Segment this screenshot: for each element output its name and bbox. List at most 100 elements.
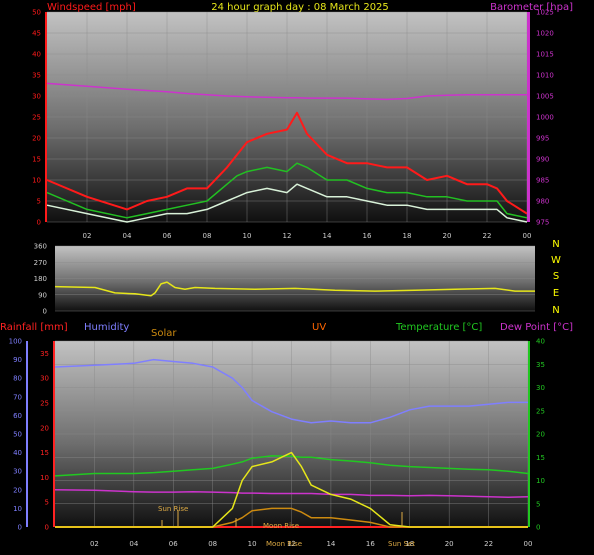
wind-x-tick-label: 12: [283, 232, 292, 240]
baro-tick-label: 1005: [536, 93, 554, 101]
weather-x-tick-label: 20: [445, 540, 454, 548]
temp-tick-label: 20: [536, 431, 545, 439]
baro-tick-label: 1015: [536, 51, 554, 59]
baro-tick-label: 1020: [536, 30, 554, 38]
wind-x-tick-label: 16: [363, 232, 372, 240]
baro-tick-label: 985: [536, 177, 549, 185]
weather-x-tick-label: 08: [208, 540, 217, 548]
humidity-tick-label: 90: [13, 356, 22, 364]
baro-tick-label: 1010: [536, 72, 554, 80]
direction-tick-label: 360: [34, 243, 47, 251]
weather-x-tick-label: 00: [524, 540, 533, 548]
direction-tick-label: 180: [34, 275, 47, 283]
humidity-tick-label: 80: [13, 375, 22, 383]
chart-title: 24 hour graph day : 08 March 2025: [211, 2, 389, 13]
dir-letter-e: E: [553, 288, 559, 299]
wind-x-tick-label: 02: [83, 232, 92, 240]
temp-tick-label: 35: [536, 361, 545, 369]
wind-tick-label: 20: [32, 135, 41, 143]
wind-x-tick-label: 18: [403, 232, 412, 240]
wind-tick-label: 50: [32, 9, 41, 17]
rainfall-label: Rainfall [mm]: [0, 322, 68, 333]
wind-tick-label: 0: [37, 219, 41, 227]
baro-axis-label: Barometer [hpa]: [490, 2, 573, 13]
wind-tick-label: 15: [32, 156, 41, 164]
sun-set-label: Sun Set: [388, 540, 415, 548]
rain-tick-label: 10: [40, 474, 49, 482]
baro-tick-label: 975: [536, 219, 549, 227]
wind-axis-bar: [45, 12, 47, 222]
baro-tick-label: 1000: [536, 114, 554, 122]
weather-x-tick-label: 04: [129, 540, 138, 548]
rain-tick-label: 0: [45, 524, 49, 532]
humidity-tick-label: 50: [13, 431, 22, 439]
weather-x-tick-label: 10: [248, 540, 257, 548]
wind-x-tick-label: 08: [203, 232, 212, 240]
humidity-axis-bar: [26, 341, 28, 527]
temp-tick-label: 15: [536, 454, 545, 462]
humidity-label: Humidity: [84, 322, 129, 333]
wind-tick-label: 10: [32, 177, 41, 185]
weather-x-tick-label: 16: [366, 540, 375, 548]
wind-tick-label: 25: [32, 114, 41, 122]
wind-tick-label: 45: [32, 30, 41, 38]
temp-tick-label: 40: [536, 338, 545, 346]
baro-tick-label: 980: [536, 198, 549, 206]
weather-x-tick-label: 02: [90, 540, 99, 548]
direction-tick-label: 270: [34, 259, 47, 267]
direction-tick-label: 90: [38, 291, 47, 299]
wind-x-tick-label: 14: [323, 232, 332, 240]
temp-axis-bar: [528, 341, 530, 527]
wind-x-tick-label: 00: [523, 232, 532, 240]
wind-tick-label: 35: [32, 72, 41, 80]
humidity-tick-label: 0: [18, 524, 22, 532]
humidity-tick-label: 60: [13, 412, 22, 420]
wind-x-tick-label: 22: [483, 232, 492, 240]
wind-axis-label: Windspeed [mph]: [47, 2, 136, 13]
wind-tick-label: 40: [32, 51, 41, 59]
moon-rise-label: Moon Rise: [263, 522, 299, 530]
dir-letter-w: W: [551, 255, 561, 266]
weather-x-tick-label: 14: [326, 540, 335, 548]
weather-x-tick-label: 22: [484, 540, 493, 548]
temp-tick-label: 0: [536, 524, 540, 532]
baro-tick-label: 990: [536, 156, 549, 164]
wind-x-tick-label: 10: [243, 232, 252, 240]
humidity-tick-label: 40: [13, 449, 22, 457]
temp-tick-label: 25: [536, 407, 545, 415]
wind-tick-label: 30: [32, 93, 41, 101]
rain-tick-label: 30: [40, 375, 49, 383]
direction-tick-label: 0: [43, 308, 47, 316]
wind-x-tick-label: 20: [443, 232, 452, 240]
dir-letter-n-top: N: [552, 239, 559, 250]
dir-letter-s: S: [553, 271, 559, 282]
uv-label: UV: [312, 322, 326, 333]
rain-axis-bar: [53, 341, 55, 527]
moon-rise-axis-label: Moon Rise: [266, 540, 302, 548]
dir-letter-n-bottom: N: [552, 305, 559, 316]
humidity-tick-label: 20: [13, 486, 22, 494]
humidity-tick-label: 100: [9, 338, 22, 346]
wind-x-tick-label: 04: [123, 232, 132, 240]
wind-x-tick-label: 06: [163, 232, 172, 240]
baro-tick-label: 995: [536, 135, 549, 143]
rain-tick-label: 25: [40, 400, 49, 408]
temp-tick-label: 10: [536, 477, 545, 485]
dewpoint-label: Dew Point [°C]: [500, 322, 573, 333]
rain-tick-label: 20: [40, 424, 49, 432]
baro-tick-label: 1025: [536, 9, 554, 17]
humidity-tick-label: 10: [13, 505, 22, 513]
rain-tick-label: 15: [40, 449, 49, 457]
sun-rise-label: Sun Rise: [158, 505, 188, 513]
rain-tick-label: 5: [45, 499, 49, 507]
temp-tick-label: 30: [536, 384, 545, 392]
baro-axis-bar: [527, 12, 530, 222]
rain-tick-label: 35: [40, 350, 49, 358]
weather-x-tick-label: 06: [169, 540, 178, 548]
humidity-tick-label: 30: [13, 468, 22, 476]
humidity-tick-label: 70: [13, 393, 22, 401]
temp-tick-label: 5: [536, 500, 540, 508]
wind-tick-label: 5: [37, 198, 41, 206]
weather-graph: Windspeed [mph] 24 hour graph day : 08 M…: [0, 2, 573, 548]
solar-label: Solar: [151, 328, 177, 339]
